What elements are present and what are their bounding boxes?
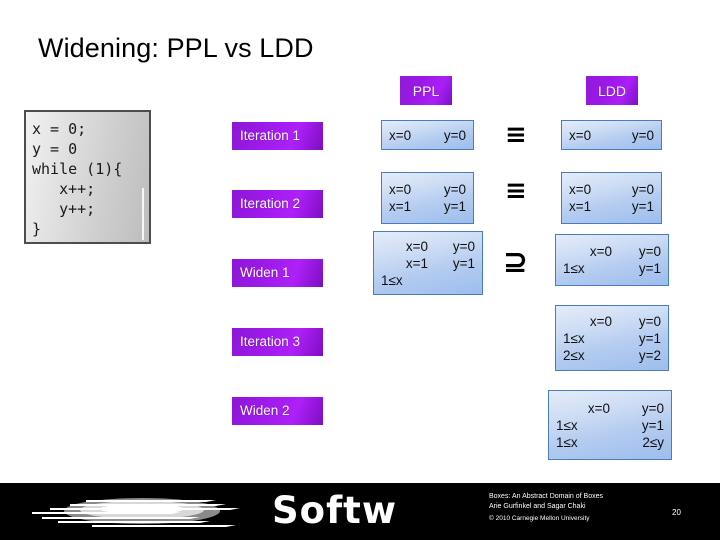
- step-label-widen-2: Widen 2: [232, 397, 323, 425]
- value-cell-right: y=0: [641, 400, 664, 416]
- page-number: 20: [672, 508, 681, 517]
- ldd-value-box-widen-2: x=0 y=0 1≤x y=1 1≤x 2≤y: [548, 390, 672, 460]
- value-cell-left: x=0: [569, 182, 592, 197]
- relation-symbol-equivalent-1: ≡: [505, 120, 527, 150]
- ldd-value-box-iteration-2: x=0 y=0 x=1 y=1: [561, 172, 662, 224]
- value-row: x=0 y=0: [563, 313, 661, 330]
- value-cell-right: y=0: [631, 182, 654, 197]
- value-row: 2≤x y=2: [563, 347, 661, 364]
- value-row: x=0 y=0: [569, 181, 654, 198]
- value-row: x=1 y=1: [381, 255, 475, 272]
- value-cell-left: x=0: [587, 400, 610, 416]
- value-row: 1≤x y=1: [563, 260, 661, 277]
- value-cell-right: y=1: [452, 255, 475, 271]
- value-cell-left: x=0: [405, 238, 428, 254]
- value-row: 1≤x y=1: [563, 330, 661, 347]
- value-row: x=0 y=0: [569, 127, 654, 144]
- value-cell-left: x=1: [569, 199, 592, 214]
- value-row: x=0 y=0: [389, 181, 466, 198]
- code-box-highlight: [142, 188, 144, 240]
- ldd-value-box-widen-1: x=0 y=0 1≤x y=1: [555, 234, 669, 286]
- value-row: x=0 y=0: [381, 238, 475, 255]
- code-line: while (1){: [32, 160, 123, 178]
- code-snippet-box: x = 0; y = 0 while (1){ x++; y++; }: [24, 110, 151, 244]
- value-cell-left: 1≤x: [563, 330, 585, 346]
- value-cell-right: y=0: [631, 127, 654, 143]
- value-cell-left: 1≤x: [556, 434, 578, 450]
- value-cell-right: y=1: [638, 330, 661, 346]
- value-cell-left: x=0: [589, 244, 612, 259]
- ldd-value-box-iteration-3: x=0 y=0 1≤x y=1 2≤x y=2: [555, 305, 669, 371]
- column-header-ppl: PPL: [400, 76, 452, 105]
- value-cell-right: y=1: [631, 199, 654, 214]
- value-cell-left: x=0: [569, 127, 592, 143]
- value-cell-right: y=0: [452, 238, 475, 254]
- value-cell-right: y=2: [638, 347, 661, 363]
- value-row: x=0 y=0: [556, 400, 664, 417]
- value-row: x=0 y=0: [389, 127, 466, 144]
- value-cell-left: 1≤x: [563, 261, 585, 276]
- value-cell-left: x=1: [405, 255, 428, 271]
- step-label-widen-1: Widen 1: [232, 259, 323, 287]
- value-cell-left: x=0: [389, 127, 412, 143]
- value-row: 1≤x 2≤y: [556, 434, 664, 451]
- code-line: y++;: [32, 200, 96, 218]
- value-cell-right: 2≤y: [642, 434, 664, 450]
- value-cell-left: 1≤x: [381, 272, 403, 288]
- sei-logo-icon: [32, 498, 240, 527]
- slide-canvas: Widening: PPL vs LDD x = 0; y = 0 while …: [0, 0, 720, 540]
- value-cell-right: y=0: [443, 127, 466, 143]
- footer-logo-text: Softw: [272, 489, 398, 532]
- value-row: x=0 y=0: [563, 243, 661, 260]
- credit-title: Boxes: An Abstract Domain of Boxes: [489, 493, 604, 500]
- relation-symbol-equivalent-2: ≡: [505, 176, 527, 206]
- ppl-value-box-iteration-1: x=0 y=0: [381, 120, 474, 150]
- value-cell-left: 2≤x: [563, 347, 585, 363]
- value-cell-right: [439, 272, 475, 289]
- ppl-value-box-iteration-2: x=0 y=0 x=1 y=1: [381, 172, 474, 224]
- credit-authors: Arie Gurfinkel and Sagar Chaki: [489, 503, 586, 510]
- step-label-iteration-2: Iteration 2: [232, 190, 323, 218]
- step-label-iteration-3: Iteration 3: [232, 328, 323, 356]
- value-cell-right: y=0: [443, 182, 466, 197]
- code-line: x++;: [32, 180, 96, 198]
- value-row: 1≤x y=1: [556, 417, 664, 434]
- value-cell-right: y=1: [638, 261, 661, 276]
- code-line: }: [32, 220, 42, 238]
- value-cell-left: x=1: [389, 199, 412, 214]
- footer-credit: Boxes: An Abstract Domain of Boxes Arie …: [489, 492, 659, 524]
- value-cell-left: x=0: [389, 182, 412, 197]
- value-cell-right: y=0: [638, 313, 661, 329]
- value-cell-right: y=1: [641, 417, 664, 433]
- relation-symbol-superset-or-equal: ⊇: [503, 245, 529, 280]
- ppl-value-box-widen-1: x=0 y=0 x=1 y=1 1≤x: [373, 231, 483, 295]
- value-cell-right: y=1: [443, 199, 466, 214]
- value-cell-right: y=0: [638, 244, 661, 259]
- step-label-iteration-1: Iteration 1: [232, 122, 323, 150]
- value-cell-left: x=0: [589, 313, 612, 329]
- credit-copyright: © 2010 Carnegie Mellon University: [489, 515, 590, 522]
- code-line: y = 0: [32, 140, 78, 158]
- column-header-ldd: LDD: [586, 76, 638, 105]
- code-line: x = 0;: [32, 120, 87, 138]
- ldd-value-box-iteration-1: x=0 y=0: [561, 120, 662, 150]
- value-row: x=1 y=1: [569, 198, 654, 215]
- page-title: Widening: PPL vs LDD: [38, 33, 314, 63]
- value-row: 1≤x: [381, 272, 475, 289]
- value-cell-left: 1≤x: [556, 417, 578, 433]
- value-row: x=1 y=1: [389, 198, 466, 215]
